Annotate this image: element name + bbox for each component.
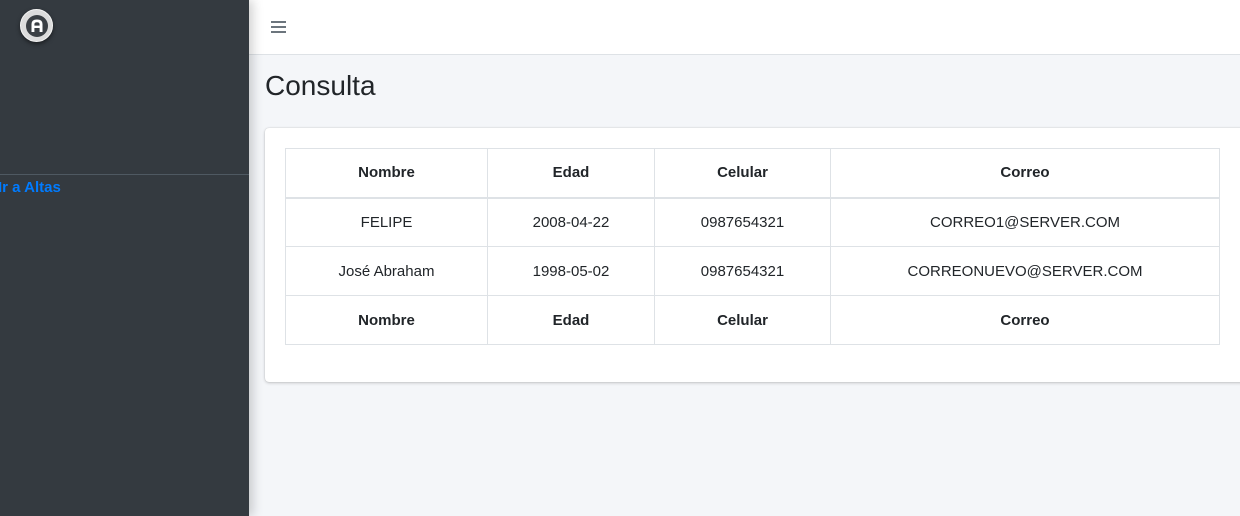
table-row: José Abraham 1998-05-02 0987654321 CORRE… [285,246,1220,296]
column-footer-celular: Celular [654,295,831,345]
cell-nombre: FELIPE [285,197,488,247]
top-navbar [249,0,1240,55]
content-card: Nombre Edad Celular Correo FELIPE 2008-0… [265,128,1240,382]
cell-celular: 0987654321 [654,197,831,247]
column-footer-edad: Edad [487,295,655,345]
consulta-table: Nombre Edad Celular Correo FELIPE 2008-0… [285,148,1220,345]
column-header-correo[interactable]: Correo [830,148,1220,199]
cell-edad: 1998-05-02 [487,246,655,296]
a-letter-logo-icon [25,14,48,37]
cell-edad: 2008-04-22 [487,197,655,247]
cell-correo: CORREONUEVO@SERVER.COM [830,246,1220,296]
nav-link-altas[interactable]: Ir a Altas [0,179,61,196]
hamburger-menu-icon[interactable] [271,18,289,36]
column-header-nombre[interactable]: Nombre [285,148,488,199]
table-footer-row: Nombre Edad Celular Correo [285,295,1220,345]
column-header-celular[interactable]: Celular [654,148,831,199]
column-header-edad[interactable]: Edad [487,148,655,199]
sidebar-divider [0,174,249,175]
column-footer-nombre: Nombre [285,295,488,345]
cell-correo: CORREO1@SERVER.COM [830,197,1220,247]
brand-logo-icon[interactable] [20,9,53,42]
cell-nombre: José Abraham [285,246,488,296]
cell-celular: 0987654321 [654,246,831,296]
column-footer-correo: Correo [830,295,1220,345]
table-row: FELIPE 2008-04-22 0987654321 CORREO1@SER… [285,197,1220,247]
page-title: Consulta [265,70,376,101]
table-header-row: Nombre Edad Celular Correo [285,148,1220,199]
sidebar: Ir a Altas [0,0,249,516]
